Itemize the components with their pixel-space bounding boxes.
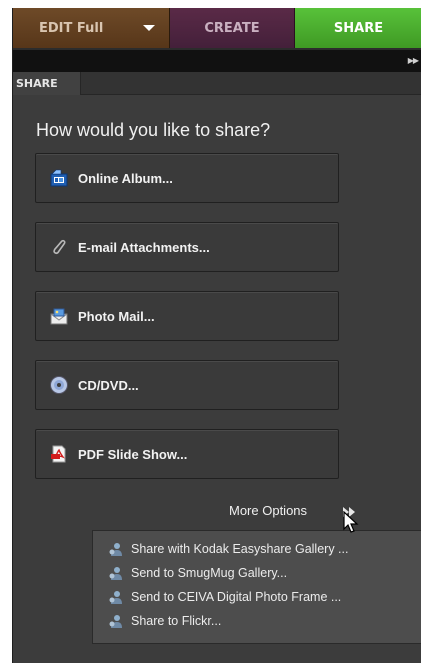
chevron-down-icon[interactable] [143, 25, 155, 31]
disc-icon [48, 374, 70, 396]
menu-item-label: Share to Flickr... [131, 614, 222, 628]
photo-mail-button[interactable]: Photo Mail... [35, 291, 339, 341]
pdf-slide-show-label: PDF Slide Show... [78, 446, 188, 462]
tab-edit[interactable]: EDIT Full [13, 8, 170, 48]
share-person-icon [109, 615, 122, 628]
more-options-menu: Share with Kodak Easyshare Gallery ... S… [92, 530, 421, 644]
menu-item-ceiva[interactable]: Send to CEIVA Digital Photo Frame ... [93, 585, 421, 609]
online-album-label: Online Album... [78, 170, 173, 186]
email-attachments-button[interactable]: E-mail Attachments... [35, 222, 339, 272]
pdf-icon [48, 443, 70, 465]
share-question: How would you like to share? [36, 120, 271, 140]
menu-item-flickr[interactable]: Share to Flickr... [93, 609, 421, 633]
tab-create[interactable]: CREATE [170, 8, 295, 48]
online-album-icon [48, 167, 70, 189]
expand-panel-icon[interactable]: ▶▶ [408, 56, 419, 65]
online-album-button[interactable]: Online Album... [35, 153, 339, 203]
share-person-icon [109, 591, 122, 604]
mouse-pointer-icon [343, 511, 359, 533]
toolbar-strip [13, 50, 421, 72]
pdf-slide-show-button[interactable]: PDF Slide Show... [35, 429, 339, 479]
paperclip-icon [48, 236, 70, 258]
menu-item-smugmug[interactable]: Send to SmugMug Gallery... [93, 561, 421, 585]
tab-share-label: SHARE [333, 20, 384, 36]
more-options-button[interactable]: More Options [229, 503, 307, 518]
share-person-icon [109, 543, 122, 556]
share-person-icon [109, 567, 122, 580]
tab-edit-label: EDIT Full [39, 20, 104, 36]
tab-share[interactable]: SHARE [295, 8, 421, 48]
menu-item-label: Share with Kodak Easyshare Gallery ... [131, 542, 349, 556]
menu-item-label: Send to CEIVA Digital Photo Frame ... [131, 590, 342, 604]
mode-tab-bar: EDIT Full CREATE SHARE [13, 8, 421, 50]
cd-dvd-button[interactable]: CD/DVD... [35, 360, 339, 410]
organizer-panel: EDIT Full CREATE SHARE ▶▶ SHARE How woul… [12, 8, 421, 663]
panel-tab-share[interactable]: SHARE [13, 72, 81, 95]
cd-dvd-label: CD/DVD... [78, 377, 139, 393]
tab-create-label: CREATE [204, 20, 260, 36]
panel-tab-label: SHARE [16, 77, 58, 90]
photo-mail-icon [48, 305, 70, 327]
email-attachments-label: E-mail Attachments... [78, 239, 210, 255]
menu-item-kodak[interactable]: Share with Kodak Easyshare Gallery ... [93, 537, 421, 561]
photo-mail-label: Photo Mail... [78, 308, 155, 324]
menu-item-label: Send to SmugMug Gallery... [131, 566, 288, 580]
